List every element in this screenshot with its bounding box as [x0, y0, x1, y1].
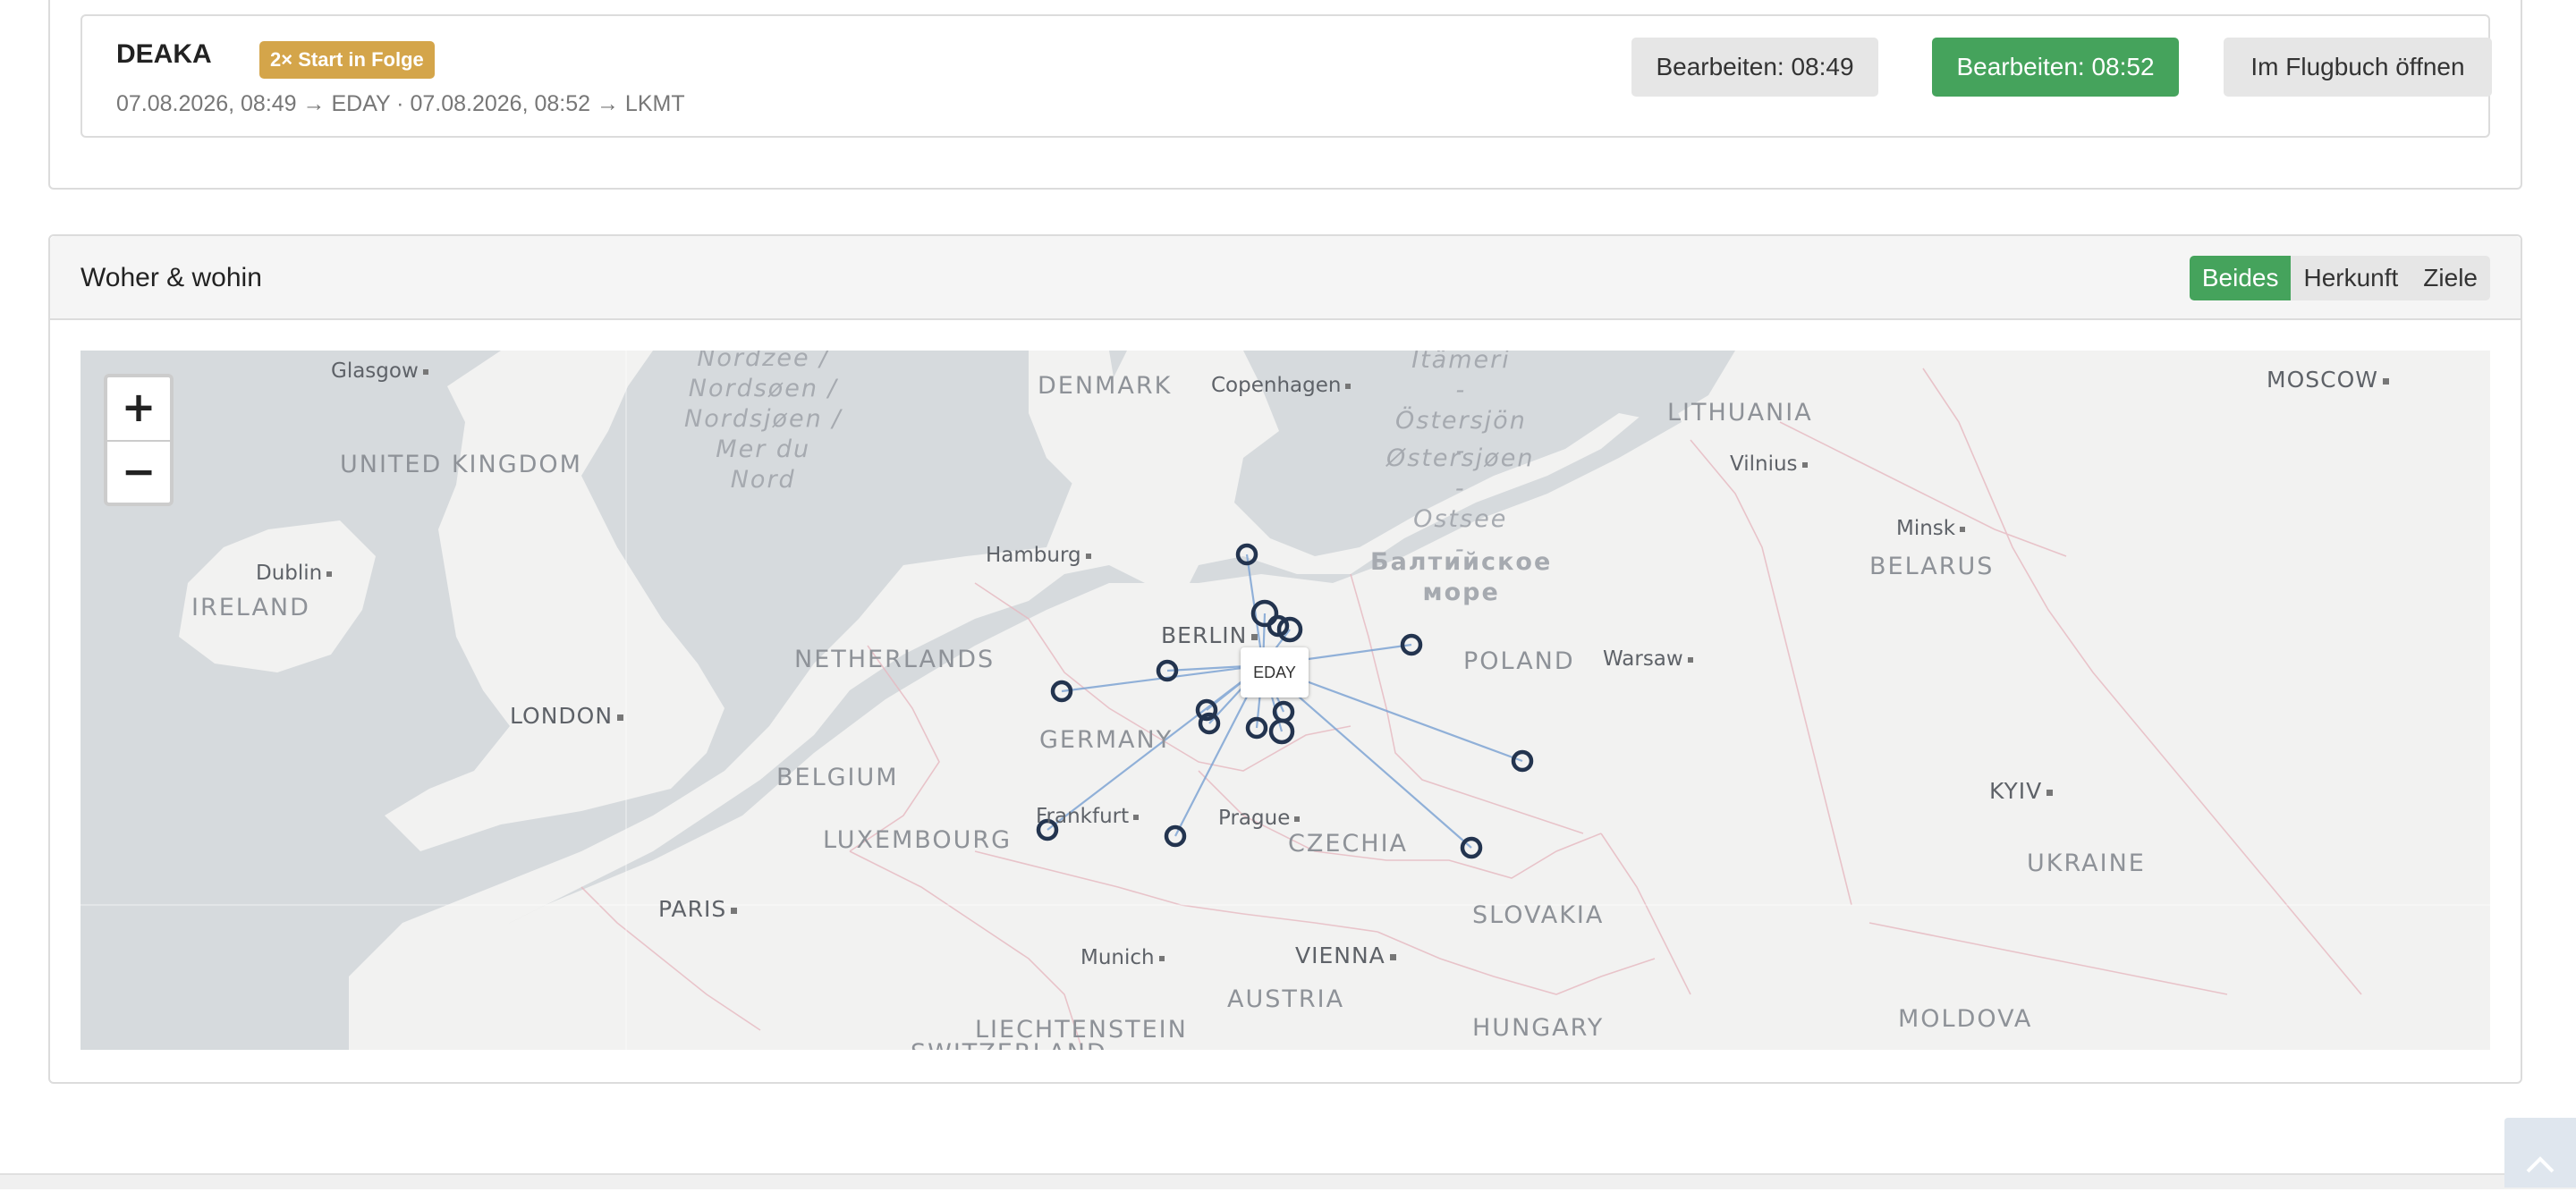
zoom-out-button[interactable]: −	[107, 440, 170, 503]
country-label: GERMANY	[1039, 726, 1174, 754]
chevron-up-icon	[2526, 1156, 2555, 1173]
scroll-to-top-button[interactable]	[2504, 1118, 2576, 1188]
filter-both-button[interactable]: Beides	[2189, 256, 2292, 300]
country-label: SLOVAKIA	[1472, 901, 1605, 929]
map-view[interactable]: Nordzee / Nordsøen / Nordsjøen / Mer du Nord…	[80, 351, 2490, 1050]
country-label: BELARUS	[1869, 553, 1995, 580]
country-label: BELGIUM	[776, 764, 899, 791]
origins-destinations-panel: Woher & wohin Beides Herkunft Ziele Nord…	[48, 234, 2522, 1084]
city-label: Vilnius	[1730, 452, 1808, 476]
country-label: CZECHIA	[1288, 830, 1408, 858]
country-label: SWITZERLAND	[911, 1039, 1107, 1050]
country-label: UKRAINE	[2027, 850, 2146, 877]
city-label: Glasgow	[331, 359, 428, 383]
edit-first-flight-button[interactable]: Bearbeiten: 08:49	[1631, 38, 1878, 97]
city-label: BERLIN	[1161, 622, 1258, 648]
panel-title: Woher & wohin	[80, 263, 262, 292]
city-label: Munich	[1080, 946, 1165, 969]
city-label: Frankfurt	[1036, 805, 1139, 828]
zoom-in-button[interactable]: +	[107, 377, 170, 440]
country-label: LITHUANIA	[1667, 399, 1813, 427]
city-label: Dublin	[256, 562, 332, 585]
country-label: UNITED KINGDOM	[340, 451, 582, 478]
aircraft-registration: DEAKA	[116, 39, 212, 69]
country-label: AUSTRIA	[1227, 985, 1345, 1013]
filter-origin-button[interactable]: Herkunft	[2291, 256, 2411, 300]
open-logbook-button[interactable]: Im Flugbuch öffnen	[2224, 38, 2492, 97]
city-label: Prague	[1218, 807, 1300, 830]
city-label: Minsk	[1896, 517, 1965, 540]
country-label: LUXEMBOURG	[823, 826, 1013, 854]
panel-header: Woher & wohin Beides Herkunft Ziele	[50, 236, 2521, 320]
warning-badge: 2× Start in Folge	[259, 41, 435, 79]
city-label: Copenhagen	[1211, 374, 1351, 397]
country-label: POLAND	[1463, 647, 1575, 675]
city-label: LONDON	[510, 703, 623, 729]
home-airfield-tooltip: EDAY	[1241, 647, 1309, 697]
city-label: PARIS	[658, 896, 737, 922]
country-label: MOLDOVA	[1898, 1005, 2033, 1033]
conflict-panel: DEAKA 2× Start in Folge 07.08.2026, 08:4…	[48, 0, 2522, 190]
land-great-britain	[385, 351, 724, 851]
city-label: KYIV	[1989, 778, 2053, 804]
sea-label-baltic-ru: Балтийское море	[1370, 548, 1553, 606]
sea-label-north: Nordzee / Nordsøen / Nordsjøen / Mer du Nord	[684, 351, 843, 494]
city-label: MOSCOW	[2267, 367, 2389, 393]
country-label: DENMARK	[1038, 372, 1173, 400]
conflict-detail: 07.08.2026, 08:49 → EDAY · 07.08.2026, 0…	[116, 91, 685, 116]
city-label: VIENNA	[1295, 943, 1396, 968]
city-label: Warsaw	[1603, 647, 1693, 671]
footer-bar	[0, 1173, 2576, 1189]
zoom-control: + −	[104, 374, 174, 506]
conflict-card: DEAKA 2× Start in Folge 07.08.2026, 08:4…	[80, 14, 2492, 138]
city-label: Hamburg	[986, 544, 1091, 567]
country-label: NETHERLANDS	[794, 646, 996, 673]
edit-second-flight-button[interactable]: Bearbeiten: 08:52	[1932, 38, 2179, 97]
filter-destinations-button[interactable]: Ziele	[2411, 256, 2490, 300]
direction-filter: Beides Herkunft Ziele	[2189, 256, 2490, 300]
country-label: HUNGARY	[1472, 1014, 1605, 1042]
country-label: IRELAND	[191, 594, 310, 621]
